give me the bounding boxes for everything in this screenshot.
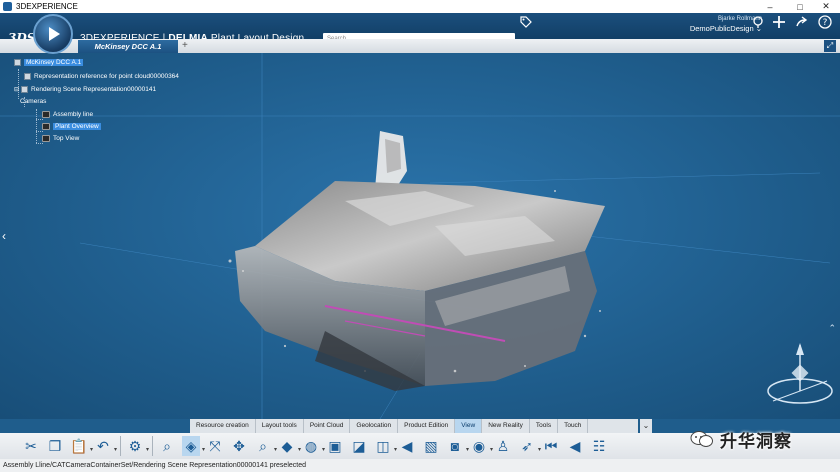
play-icon [49, 27, 60, 41]
toolbar-separator [120, 436, 121, 456]
walk-icon[interactable]: ♙ [494, 436, 512, 456]
tree-item-label: Top View [53, 135, 80, 142]
tree-item-assembly-line[interactable]: Assembly line [42, 111, 93, 118]
tab-touch[interactable]: Touch [558, 419, 589, 433]
tab-document[interactable]: McKinsey DCC A.1 [78, 40, 178, 53]
fit-all-icon[interactable]: ⤧ [206, 436, 224, 456]
minimize-button[interactable]: – [756, 0, 784, 13]
render-style-icon[interactable]: ◆ ▾ [278, 436, 301, 456]
expand-icon[interactable]: ⊟ [14, 86, 19, 93]
zoom-icon[interactable]: ⌕ [158, 436, 176, 456]
3d-viewport[interactable]: McKinsey DCC A.1 Representation referenc… [0, 53, 840, 419]
tab-tools[interactable]: Tools [530, 419, 559, 433]
tree-item-rendering-scene[interactable]: ⊟ Rendering Scene Representation00000141 [14, 86, 156, 93]
help-icon[interactable]: ? [818, 15, 832, 32]
layout-icon[interactable]: ◫ ▾ [374, 436, 397, 456]
app-icon [3, 2, 12, 11]
copy-icon[interactable]: ❐ [46, 436, 64, 456]
viewpoint-icon[interactable]: ▣ [326, 436, 344, 456]
tree-item-label: Rendering Scene Representation00000141 [31, 86, 157, 93]
close-button[interactable]: ✕ [812, 0, 840, 13]
tab-layout-tools[interactable]: Layout tools [256, 419, 304, 433]
tree-line [36, 109, 37, 143]
tab-view[interactable]: View [455, 419, 483, 433]
scene-icon [21, 86, 29, 93]
section-icon[interactable]: ◪ [350, 436, 368, 456]
tree-item-label: Plant Overview [53, 123, 101, 130]
camera-icon [42, 111, 50, 118]
tree-item-label: Cameras [20, 98, 47, 105]
look-icon[interactable]: ◉ ▾ [470, 436, 493, 456]
collapse-panel-icon[interactable]: ‹ [2, 229, 6, 243]
point-cloud-model[interactable] [225, 131, 605, 391]
maximize-button[interactable]: □ [786, 0, 814, 13]
paste-icon[interactable]: 📋 ▾ [70, 436, 93, 456]
wechat-icon [690, 431, 713, 447]
context-label: DemoPublicDesign [689, 24, 754, 33]
tree-root[interactable]: McKinsey DCC A.1 [14, 59, 84, 66]
add-tab-button[interactable]: + [182, 39, 188, 53]
tab-point-cloud[interactable]: Point Cloud [304, 419, 351, 433]
tree-item-label: Assembly line [53, 111, 94, 118]
undo-icon[interactable]: ↶ ▾ [94, 436, 117, 456]
pan-icon[interactable]: ✥ [230, 436, 248, 456]
tree-item-label: Representation reference for point cloud… [34, 73, 179, 80]
tree-item-plant-overview[interactable]: Plant Overview [42, 123, 101, 130]
watermark-text: 升华洞察 [720, 431, 792, 452]
add-icon[interactable] [772, 15, 786, 32]
share-icon[interactable] [752, 15, 764, 32]
tree-line [36, 119, 43, 120]
first-icon[interactable]: ⏮ [542, 436, 560, 456]
watermark: 升华洞察 [690, 420, 838, 458]
user-context: DemoPublicDesign ⌄ [689, 24, 762, 33]
cut-icon[interactable]: ✂ [22, 436, 40, 456]
fly-icon[interactable]: ➶ ▾ [518, 436, 541, 456]
svg-text:?: ? [823, 18, 828, 28]
prev-icon[interactable]: ◀ [398, 436, 416, 456]
tree-line [36, 131, 43, 132]
expand-icon[interactable]: ⤢ [824, 40, 836, 52]
tree-item-top-view[interactable]: Top View [42, 135, 79, 142]
tree-icon[interactable]: ☷ [590, 436, 608, 456]
tree-item-point-cloud[interactable]: Representation reference for point cloud… [24, 73, 179, 80]
shading-icon[interactable]: ◍ ▾ [302, 436, 325, 456]
tab-resource-creation[interactable]: Resource creation [190, 419, 256, 433]
settings-icon[interactable]: ⚙ ▾ [126, 436, 149, 456]
tag-icon[interactable] [520, 16, 532, 31]
tree-item-cameras[interactable]: Cameras [20, 98, 46, 105]
robot-compass-icon[interactable] [763, 343, 838, 413]
compass-button[interactable] [33, 14, 73, 54]
capture-icon[interactable]: ▧ [422, 436, 440, 456]
chevron-down-icon[interactable]: ⌃ [828, 323, 836, 334]
camera-icon [42, 135, 50, 142]
tab-new-reality[interactable]: New Reality [482, 419, 530, 433]
view-cube-icon[interactable]: ◈ ▾ [182, 436, 205, 456]
window-titlebar: 3DEXPERIENCE – □ ✕ [0, 0, 840, 13]
product-icon [14, 59, 21, 66]
tab-geolocation[interactable]: Geolocation [350, 419, 399, 433]
representation-icon [24, 73, 31, 80]
tree-line [18, 69, 19, 99]
toolbar-separator [152, 436, 153, 456]
section-tabs: Resource creation Layout tools Point Clo… [190, 419, 638, 433]
tab-product-edition[interactable]: Product Edition [398, 419, 456, 433]
app-header: 3DS 3DEXPERIENCE | DELMIA Plant Layout D… [0, 13, 840, 46]
user-menu[interactable]: Bjarke Rollmann DemoPublicDesign ⌄ [676, 16, 762, 33]
camera-icon [42, 123, 50, 130]
user-name: Bjarke Rollmann [717, 16, 762, 22]
document-tabs: McKinsey DCC A.1 + ⤢ [0, 39, 840, 53]
zoom-area-icon[interactable]: ⌕ ▾ [254, 436, 277, 456]
status-bar: Assembly Lline/CATCameraContainerSet/Ren… [0, 459, 840, 472]
camera-icon[interactable]: ◙ ▾ [446, 436, 469, 456]
tree-line [36, 143, 43, 144]
previous-icon[interactable]: ◀ [566, 436, 584, 456]
forward-icon[interactable] [795, 15, 809, 32]
tree-root-label: McKinsey DCC A.1 [24, 59, 84, 66]
chevron-down-icon[interactable]: ⌄ [640, 419, 652, 433]
window-title: 3DEXPERIENCE [16, 2, 78, 11]
